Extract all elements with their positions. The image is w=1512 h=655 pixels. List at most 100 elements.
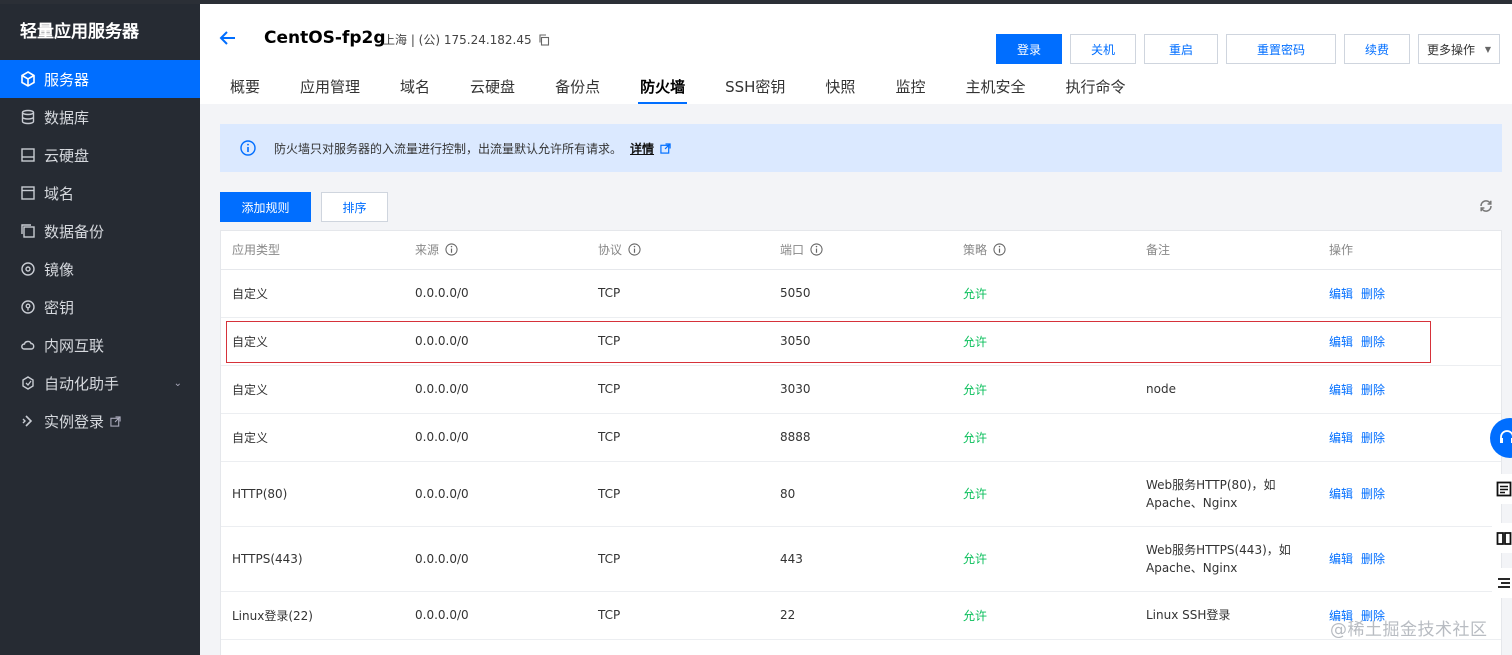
delete-link[interactable]: 删除 — [1361, 487, 1385, 501]
guide-tool-button[interactable] — [1492, 523, 1512, 553]
copy-icon[interactable] — [538, 33, 550, 46]
edit-link[interactable]: 编辑 — [1329, 383, 1353, 397]
sidebar-item-label: 镜像 — [44, 260, 75, 279]
sidebar-item-domain[interactable]: 域名 — [0, 174, 200, 212]
cell-port: 80 — [769, 461, 952, 527]
help-icon[interactable] — [810, 243, 823, 256]
server-name: CentOS-fp2g — [264, 28, 386, 48]
tab-snapshot[interactable]: 快照 — [825, 76, 855, 104]
cell-source: 0.0.0.0/0 — [404, 591, 587, 640]
edit-link[interactable]: 编辑 — [1329, 335, 1353, 349]
sidebar-title: 轻量应用服务器 — [20, 22, 139, 42]
cell-protocol: TCP — [587, 591, 769, 640]
edit-link[interactable]: 编辑 — [1329, 487, 1353, 501]
server-icon — [20, 71, 36, 87]
login-icon — [20, 413, 36, 429]
more-actions-dropdown[interactable]: 更多操作 ▼ — [1418, 34, 1500, 64]
cell-app-type: HTTPS(443) — [221, 526, 404, 592]
sidebar-item-backup[interactable]: 数据备份 — [0, 212, 200, 250]
delete-link[interactable]: 删除 — [1361, 383, 1385, 397]
col-policy: 策略 — [952, 231, 1135, 270]
sidebar-item-key[interactable]: 密钥 — [0, 288, 200, 326]
login-button[interactable]: 登录 — [996, 34, 1062, 64]
notice-details-link[interactable]: 详情 — [630, 140, 654, 157]
cell-remark: node — [1135, 365, 1318, 414]
backup-icon — [20, 223, 36, 239]
disk-icon — [20, 147, 36, 163]
cell-port: 443 — [769, 526, 952, 592]
tab-firewall[interactable]: 防火墙 — [638, 76, 688, 104]
tab-overview[interactable]: 概要 — [230, 76, 260, 104]
cell-app-type: 自定义 — [221, 269, 404, 318]
header-actions: 登录 关机 重启 重置密码 续费 更多操作 ▼ — [996, 34, 1500, 64]
tab-execute-command[interactable]: 执行命令 — [1065, 76, 1125, 104]
restart-button[interactable]: 重启 — [1144, 34, 1218, 64]
shutdown-button[interactable]: 关机 — [1070, 34, 1136, 64]
cell-policy: 允许 — [952, 591, 1135, 640]
cell-app-type: 自定义 — [221, 413, 404, 462]
sidebar-item-network[interactable]: 内网互联 — [0, 326, 200, 364]
cell-remark: Linux SSH登录 — [1135, 591, 1318, 640]
tab-app-management[interactable]: 应用管理 — [300, 76, 360, 104]
edit-link[interactable]: 编辑 — [1329, 552, 1353, 566]
delete-link[interactable]: 删除 — [1361, 552, 1385, 566]
reset-password-button[interactable]: 重置密码 — [1226, 34, 1336, 64]
help-icon[interactable] — [993, 243, 1006, 256]
help-icon[interactable] — [445, 243, 458, 256]
cell-protocol: TCP — [587, 461, 769, 527]
edit-link[interactable]: 编辑 — [1329, 287, 1353, 301]
remark-line: Linux SSH登录 — [1146, 608, 1231, 622]
list-tool-button[interactable] — [1492, 568, 1512, 598]
tab-domain[interactable]: 域名 — [400, 76, 430, 104]
sidebar-item-image[interactable]: 镜像 — [0, 250, 200, 288]
refresh-icon[interactable] — [1478, 198, 1494, 214]
tab-bar: 概要 应用管理 域名 云硬盘 备份点 防火墙 SSH密钥 快照 监控 主机安全 … — [230, 76, 1165, 104]
sidebar-item-label: 数据备份 — [44, 222, 105, 241]
network-icon — [20, 337, 36, 353]
cell-source: 0.0.0.0/0 — [404, 526, 587, 592]
external-link-icon — [110, 415, 121, 427]
cell-policy: 允许 — [952, 461, 1135, 527]
cell-policy: 允许 — [952, 413, 1135, 462]
document-tool-button[interactable] — [1492, 474, 1512, 504]
external-link-icon[interactable] — [660, 142, 671, 154]
cell-source: 0.0.0.0/0 — [404, 365, 587, 414]
domain-icon — [20, 185, 36, 201]
cell-app-type: 自定义 — [221, 317, 404, 366]
tab-host-security[interactable]: 主机安全 — [965, 76, 1025, 104]
tab-ssh-key[interactable]: SSH密钥 — [725, 76, 785, 104]
table-header-row: 应用类型 来源 协议 端口 策略 备注 操作 — [221, 231, 1501, 270]
table-row: HTTPS(443) 0.0.0.0/0 TCP 443 允许 Web服务HTT… — [221, 526, 1501, 592]
help-icon[interactable] — [628, 243, 641, 256]
back-arrow-icon[interactable] — [218, 28, 238, 48]
cell-protocol: TCP — [587, 413, 769, 462]
sidebar-item-disk[interactable]: 云硬盘 — [0, 136, 200, 174]
add-rule-button[interactable]: 添加规则 — [220, 192, 311, 222]
delete-link[interactable]: 删除 — [1361, 335, 1385, 349]
delete-link[interactable]: 删除 — [1361, 287, 1385, 301]
edit-link[interactable]: 编辑 — [1329, 431, 1353, 445]
renew-button[interactable]: 续费 — [1344, 34, 1410, 64]
cell-remark: Web服务HTTPS(443)，如 Apache、Nginx — [1135, 526, 1318, 592]
sidebar-item-login[interactable]: 实例登录 — [0, 402, 200, 440]
table-row: 自定义 0.0.0.0/0 TCP 3050 允许 编辑 删除 — [221, 317, 1501, 366]
table-row: 自定义 0.0.0.0/0 TCP 3030 允许 node 编辑 删除 — [221, 365, 1501, 414]
remark-line: Web服务HTTP(80)，如 — [1146, 477, 1276, 492]
tab-backup[interactable]: 备份点 — [555, 76, 600, 104]
cell-source: 0.0.0.0/0 — [404, 317, 587, 366]
sidebar-item-automation[interactable]: 自动化助手 ⌄ — [0, 364, 200, 402]
cell-source: 0.0.0.0/0 — [404, 413, 587, 462]
col-policy-label: 策略 — [963, 243, 988, 258]
tab-cloud-disk[interactable]: 云硬盘 — [470, 76, 515, 104]
col-port-label: 端口 — [780, 243, 805, 258]
sidebar-item-database[interactable]: 数据库 — [0, 98, 200, 136]
cell-remark — [1135, 269, 1318, 318]
sidebar-item-server[interactable]: 服务器 — [0, 60, 200, 98]
notice-text: 防火墙只对服务器的入流量进行控制，出流量默认允许所有请求。 — [274, 141, 623, 156]
sort-button[interactable]: 排序 — [321, 192, 388, 222]
sidebar-item-label: 密钥 — [44, 298, 75, 317]
server-meta: 上海 | (公) 175.24.182.45 — [383, 31, 550, 48]
tab-monitor[interactable]: 监控 — [895, 76, 925, 104]
cell-app-type: Linux登录(22) — [221, 591, 404, 640]
delete-link[interactable]: 删除 — [1361, 431, 1385, 445]
